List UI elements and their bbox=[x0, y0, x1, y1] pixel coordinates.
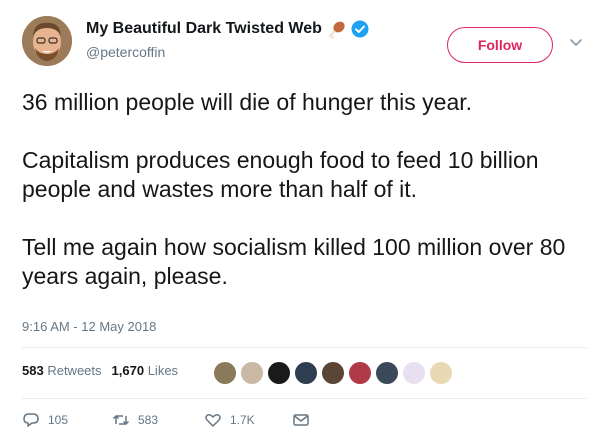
liker-avatar[interactable] bbox=[213, 361, 237, 385]
heart-icon bbox=[205, 414, 221, 427]
liker-avatar[interactable] bbox=[348, 361, 372, 385]
retweets-stat-count: 583 bbox=[22, 363, 44, 378]
author-handle[interactable]: @petercoffin bbox=[86, 44, 165, 60]
tweet-stats: 583 Retweets 1,670 Likes bbox=[22, 363, 188, 378]
retweet-icon bbox=[112, 415, 130, 425]
retweet-action[interactable]: 583 bbox=[112, 412, 204, 428]
liker-avatar[interactable] bbox=[321, 361, 345, 385]
retweets-stat-label: Retweets bbox=[47, 363, 102, 378]
follow-button[interactable]: Follow bbox=[447, 27, 553, 63]
like-action[interactable]: 1.7K bbox=[204, 412, 292, 428]
retweet-count: 583 bbox=[138, 413, 159, 427]
retweets-stat[interactable]: 583 Retweets bbox=[22, 363, 102, 378]
likes-stat[interactable]: 1,670 Likes bbox=[112, 363, 179, 378]
liker-avatar[interactable] bbox=[267, 361, 291, 385]
drumstick-emoji-icon bbox=[327, 19, 347, 40]
divider-top bbox=[22, 347, 587, 348]
chevron-down-icon[interactable] bbox=[569, 38, 583, 48]
tweet-timestamp[interactable]: 9:16 AM - 12 May 2018 bbox=[22, 319, 156, 334]
verified-badge-icon bbox=[351, 20, 369, 38]
liker-avatar[interactable] bbox=[429, 361, 453, 385]
author-avatar[interactable] bbox=[22, 16, 72, 66]
liker-avatar[interactable] bbox=[240, 361, 264, 385]
author-display-name[interactable]: My Beautiful Dark Twisted Web bbox=[86, 20, 322, 38]
like-count: 1.7K bbox=[230, 413, 255, 427]
liker-avatars bbox=[213, 361, 456, 385]
divider-bottom bbox=[22, 398, 587, 399]
tweet-text: 36 million people will die of hunger thi… bbox=[22, 89, 566, 289]
reply-icon bbox=[23, 413, 39, 427]
reply-action[interactable]: 105 bbox=[22, 412, 112, 428]
liker-avatar[interactable] bbox=[294, 361, 318, 385]
tweet-actions: 105 583 1.7K bbox=[22, 412, 318, 428]
tweet-header: My Beautiful Dark Twisted Web @petercoff… bbox=[0, 0, 609, 80]
likes-stat-label: Likes bbox=[147, 363, 179, 378]
author-name-row[interactable]: My Beautiful Dark Twisted Web bbox=[86, 18, 369, 40]
envelope-icon bbox=[293, 414, 309, 426]
likes-stat-count: 1,670 bbox=[111, 363, 145, 378]
direct-message-action[interactable] bbox=[292, 412, 318, 428]
reply-count: 105 bbox=[48, 413, 69, 427]
liker-avatar[interactable] bbox=[402, 361, 426, 385]
liker-avatar[interactable] bbox=[375, 361, 399, 385]
